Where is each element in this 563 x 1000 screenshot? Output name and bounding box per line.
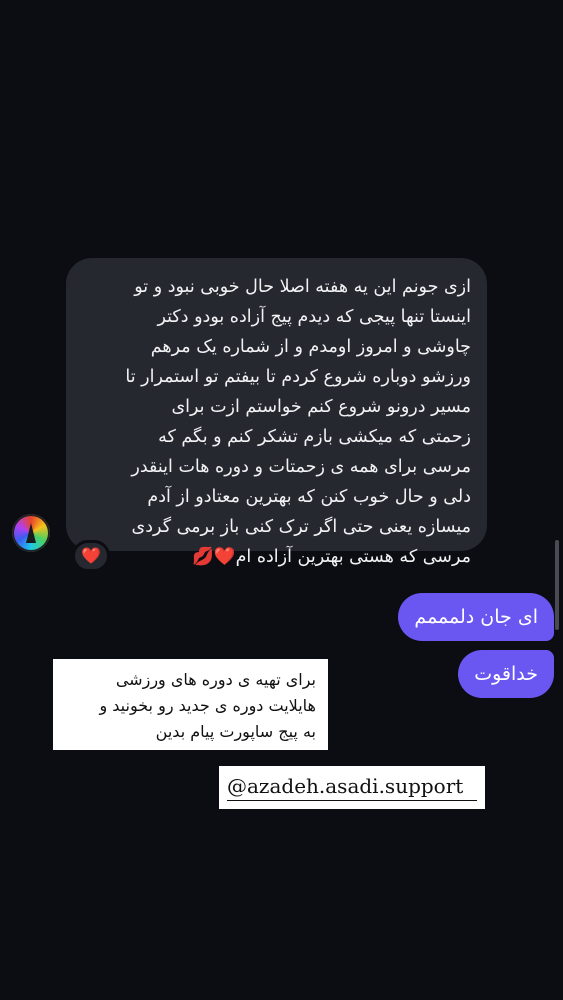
support-mention-sticker[interactable]: @azadeh.asadi.support	[219, 766, 485, 809]
message-line: میسازه یعنی حتی اگر ترک کنی باز برمی گرد…	[131, 517, 471, 537]
story-caption-box: برای تهیه ی دوره های ورزشی هایلایت دوره …	[53, 659, 328, 750]
avatar-figure-icon	[26, 523, 36, 543]
incoming-message-bubble[interactable]: ازی جونم این یه هفته اصلا حال خوبی نبود …	[66, 258, 487, 567]
caption-line: برای تهیه ی دوره های ورزشی	[115, 670, 316, 689]
message-line: ازی جونم این یه هفته اصلا حال خوبی نبود …	[134, 277, 471, 297]
chat-screen: ازی جونم این یه هفته اصلا حال خوبی نبود …	[0, 0, 563, 1000]
support-handle-link[interactable]: @azadeh.asadi.support	[227, 774, 463, 798]
message-line: چاوشی و امروز اومدم و از شماره یک مرهم	[150, 337, 471, 357]
message-line: مسیر درونو شروع کنم خواستم ازت برای	[171, 397, 471, 417]
message-line: ورزشو دوباره شروع کردم تا بیفتم تو استمر…	[125, 367, 471, 387]
caption-line: به پیج ساپورت پیام بدین	[155, 722, 316, 741]
message-line: زحمتی که میکشی بازم تشکر کنم و بگم که	[158, 427, 471, 447]
scrollbar[interactable]	[555, 540, 559, 630]
sender-avatar[interactable]	[12, 514, 50, 552]
message-line: اینستا تنها پیجی که دیدم پیج آزاده بودو …	[157, 307, 471, 327]
message-line: مرسی برای همه ی زحمتات و دوره هات اینقدر	[131, 457, 471, 477]
message-line: مرسی که هستی بهترین آزاده ام❤️💋	[192, 547, 471, 567]
message-line: دلی و حال خوب کنن که بهترین معتادو از آد…	[147, 487, 471, 507]
handle-underline	[227, 800, 477, 801]
caption-line: هایلایت دوره ی جدید رو بخونید و	[99, 696, 316, 715]
outgoing-message-bubble[interactable]: ای جان دلمممم	[398, 593, 554, 641]
heart-reaction-icon[interactable]: ❤️	[72, 540, 110, 572]
outgoing-message-bubble[interactable]: خداقوت	[458, 650, 554, 698]
